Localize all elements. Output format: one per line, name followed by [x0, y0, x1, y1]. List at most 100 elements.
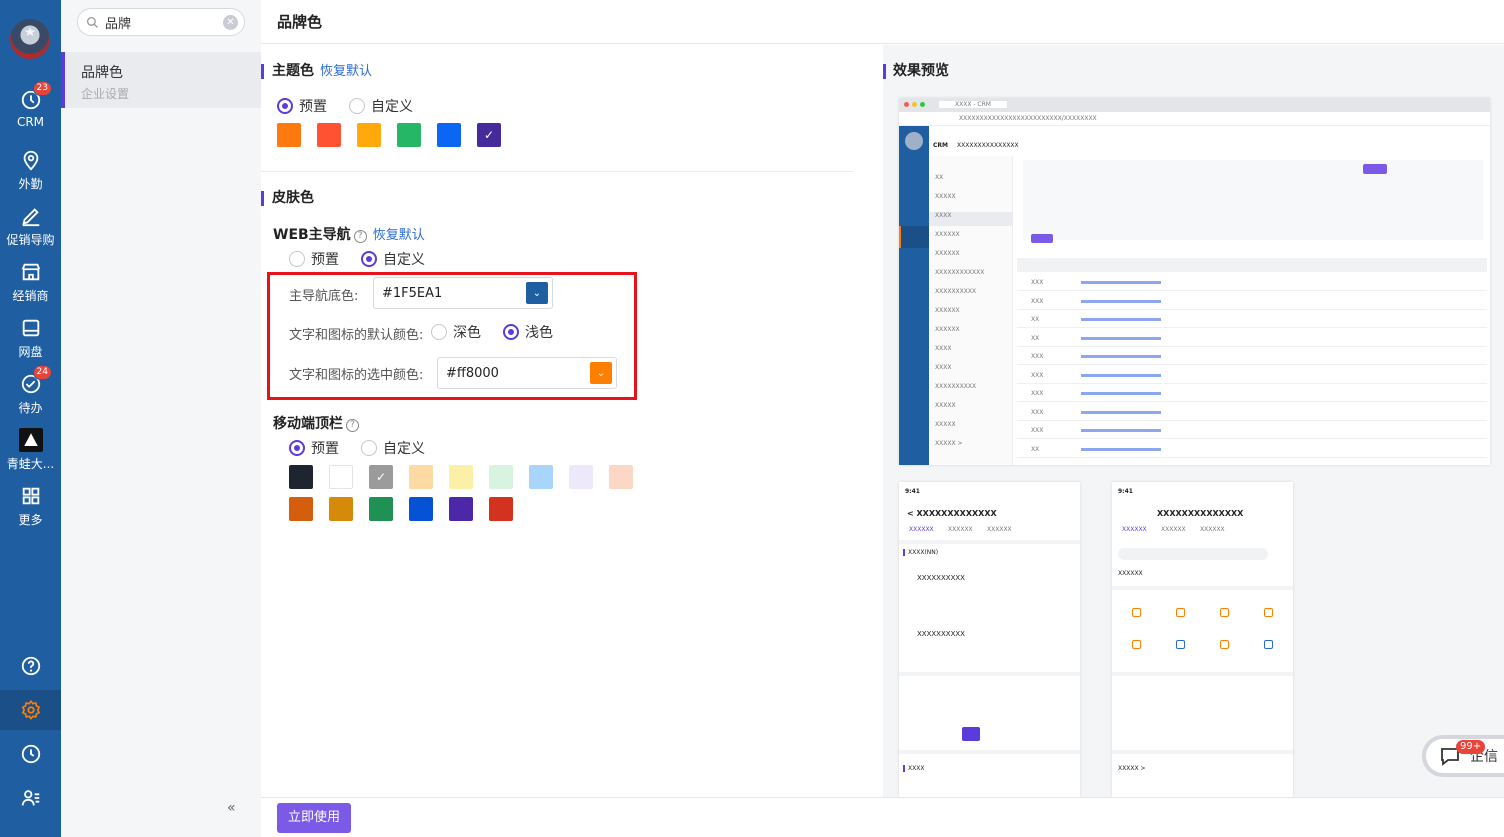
divider: [261, 171, 853, 172]
preview-row-link: [1081, 392, 1161, 395]
preview-row-divider: [1017, 290, 1487, 291]
text-color-dark-radio[interactable]: 深色: [431, 322, 481, 342]
preview-row-link: [1081, 410, 1161, 414]
nav-item-dealer[interactable]: 经销商: [0, 260, 61, 304]
app-icon: [1132, 640, 1141, 649]
sidebar-item-subtitle: 企业设置: [81, 87, 130, 101]
color-swatch[interactable]: [357, 123, 381, 147]
preview-row-label: XXX: [1031, 390, 1044, 397]
radio-label: 预置: [311, 252, 339, 268]
web-preview: XXXX - CRM XXXXXXXXXXXXXXXXXXXXXXXXX/XXX…: [899, 98, 1490, 465]
chevron-down-icon[interactable]: ⌄: [526, 282, 548, 304]
browser-tab-bar: XXXX - CRM: [899, 98, 1490, 112]
color-swatch[interactable]: [489, 497, 513, 521]
color-swatch[interactable]: [529, 465, 553, 489]
web-nav-custom-radio[interactable]: 自定义: [361, 249, 425, 269]
app-icon: [1220, 608, 1229, 617]
selected-text-color-picker[interactable]: #ff8000 ⌄: [437, 357, 617, 389]
apply-button[interactable]: 立即使用: [277, 803, 351, 833]
status-time: 9:41: [905, 488, 920, 495]
radio-checked-icon: [289, 440, 305, 456]
help-icon: [21, 656, 40, 676]
nav-label: 青蛙大...: [6, 457, 55, 471]
avatar[interactable]: [10, 19, 50, 59]
web-nav-title: WEB主导航? 恢复默认: [273, 224, 425, 244]
color-swatch[interactable]: [329, 497, 353, 521]
color-swatch[interactable]: [569, 465, 593, 489]
preview-left-list: XX XXXXX XXXX XXXXXX XXXXXX XXXXXXXXXXXX XXXXX…: [929, 156, 1013, 465]
drive-icon: [19, 316, 43, 340]
preview-row-label: XXX: [1031, 408, 1044, 416]
help-icon[interactable]: ?: [346, 419, 359, 432]
search-box[interactable]: ✕: [77, 8, 245, 36]
preview-row-label: XXX: [1031, 279, 1044, 286]
search-input[interactable]: [105, 14, 205, 30]
help-button[interactable]: [0, 646, 61, 686]
color-swatch[interactable]: [289, 465, 313, 489]
radio-label: 预置: [311, 441, 339, 457]
radio-label: 深色: [453, 325, 481, 341]
color-swatch[interactable]: [317, 123, 341, 147]
nav-bg-color-label: 主导航底色:: [289, 289, 359, 304]
page-header: 品牌色: [261, 0, 1504, 44]
theme-color-section-title: 主题色 恢复默认: [261, 64, 372, 79]
color-swatch[interactable]: [437, 123, 461, 147]
nav-item-drive[interactable]: 网盘: [0, 316, 61, 360]
gear-icon: [21, 699, 40, 720]
nav-item-more[interactable]: 更多: [0, 484, 61, 528]
search-icon: [86, 16, 98, 28]
mobile-title: < XXXXXXXXXXXXX: [907, 509, 997, 518]
text-color-light-radio[interactable]: 浅色: [503, 322, 553, 342]
location-pin-icon: [19, 148, 43, 172]
nav-bg-color-picker[interactable]: #1F5EA1 ⌄: [373, 277, 553, 309]
collapse-sidebar-button[interactable]: «: [227, 800, 236, 816]
color-swatch[interactable]: [369, 497, 393, 521]
web-nav-preset-radio[interactable]: 预置: [289, 249, 339, 269]
sidebar-item-brand-color[interactable]: 品牌色 企业设置: [61, 52, 261, 108]
preview-row-link: [1081, 281, 1161, 284]
mobile-tab: XXXXXX: [1122, 526, 1147, 533]
chevron-down-icon[interactable]: ⌄: [590, 362, 612, 384]
preview-left-item: XXXXXX: [935, 250, 960, 257]
settings-button[interactable]: [0, 690, 61, 730]
color-swatch[interactable]: [449, 465, 473, 489]
color-swatch[interactable]: [329, 465, 353, 489]
nav-item-promo[interactable]: 促销导购: [0, 204, 61, 248]
app-icon: [1176, 608, 1185, 617]
nav-item-field[interactable]: 外勤: [0, 148, 61, 192]
color-swatch[interactable]: [409, 497, 433, 521]
default-text-color-radio-group: 深色 浅色: [431, 322, 575, 342]
web-nav-reset-link[interactable]: 恢复默认: [373, 228, 425, 243]
clear-search-icon[interactable]: ✕: [223, 15, 238, 30]
contacts-button[interactable]: [0, 778, 61, 818]
color-swatch[interactable]: [489, 465, 513, 489]
mobile-preset-radio[interactable]: 预置: [289, 438, 339, 458]
history-button[interactable]: [0, 734, 61, 774]
skin-section-title: 皮肤色: [261, 191, 314, 206]
chat-float-button[interactable]: 99+ 企信: [1422, 735, 1504, 777]
nav-item-todo[interactable]: 24 待办: [0, 365, 61, 416]
help-icon[interactable]: ?: [353, 230, 367, 243]
theme-reset-link[interactable]: 恢复默认: [320, 64, 372, 79]
preview-left-item: XXXXXX: [935, 307, 960, 314]
preview-left-item: XXXXXX: [935, 326, 960, 333]
mobile-custom-radio[interactable]: 自定义: [361, 438, 425, 458]
preview-left-item: XX: [935, 174, 944, 181]
mobile-tab: XXXXXX: [1200, 526, 1225, 533]
color-swatch[interactable]: [277, 123, 301, 147]
color-swatch[interactable]: ✓: [369, 465, 393, 489]
color-swatch[interactable]: [449, 497, 473, 521]
color-swatch[interactable]: [609, 465, 633, 489]
color-swatch[interactable]: [409, 465, 433, 489]
preview-row-divider: [1017, 327, 1487, 328]
nav-item-crm[interactable]: 23 CRM: [0, 81, 61, 129]
radio-unchecked-icon: [431, 324, 447, 340]
color-swatch[interactable]: ✓: [477, 123, 501, 147]
theme-custom-radio[interactable]: 自定义: [349, 96, 413, 116]
check-icon: ✓: [375, 470, 387, 484]
color-swatch[interactable]: [289, 497, 313, 521]
theme-preset-radio[interactable]: 预置: [277, 96, 327, 116]
nav-item-app[interactable]: 青蛙大...: [0, 428, 61, 472]
settings-form: 主题色 恢复默认 预置 自定义 ✓ 皮肤色 WEB主导航? 恢复默认 预置 自定义 …: [261, 45, 883, 797]
color-swatch[interactable]: [397, 123, 421, 147]
